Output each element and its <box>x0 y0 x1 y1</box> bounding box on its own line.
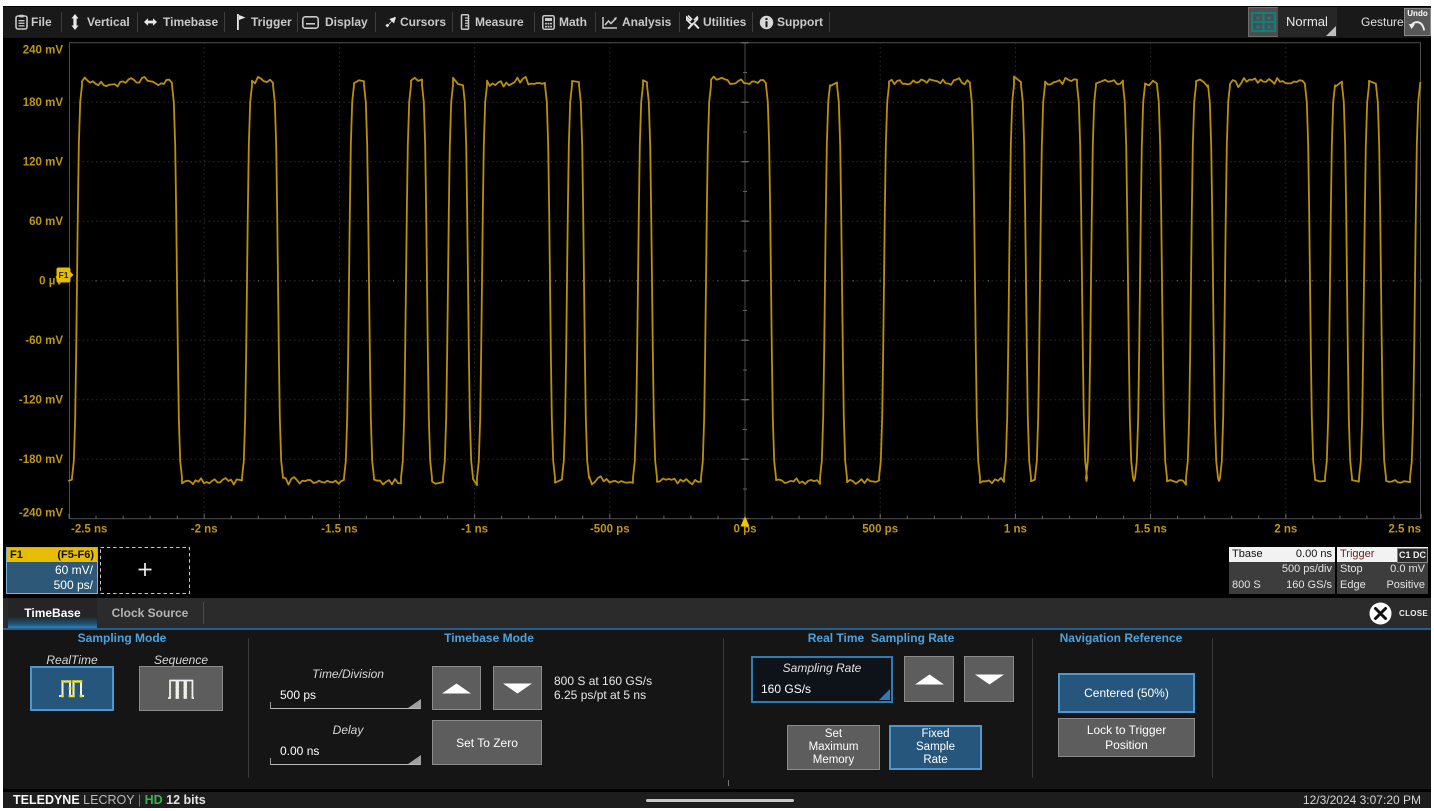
svg-text:180 mV: 180 mV <box>23 97 64 109</box>
svg-text:-2.5 ns: -2.5 ns <box>71 524 107 536</box>
svg-text:-500 ps: -500 ps <box>590 524 630 536</box>
svg-text:1.5 ns: 1.5 ns <box>1134 524 1167 536</box>
svg-text:-120 mV: -120 mV <box>19 395 63 407</box>
svg-text:2 ns: 2 ns <box>1274 524 1297 536</box>
svg-text:-240 mV: -240 mV <box>19 508 63 520</box>
svg-text:500 ps: 500 ps <box>862 524 898 536</box>
svg-text:2.5 ns: 2.5 ns <box>1388 524 1421 536</box>
svg-text:F1: F1 <box>59 270 69 280</box>
svg-text:1 ns: 1 ns <box>1004 524 1027 536</box>
svg-text:60 mV: 60 mV <box>29 216 63 228</box>
svg-text:-2 ns: -2 ns <box>191 524 218 536</box>
svg-text:-1 ns: -1 ns <box>461 524 488 536</box>
svg-text:-60 mV: -60 mV <box>25 335 63 347</box>
svg-text:-180 mV: -180 mV <box>19 454 63 466</box>
svg-text:240 mV: 240 mV <box>23 45 64 57</box>
svg-text:-1.5 ns: -1.5 ns <box>321 524 357 536</box>
svg-text:120 mV: 120 mV <box>23 157 64 169</box>
